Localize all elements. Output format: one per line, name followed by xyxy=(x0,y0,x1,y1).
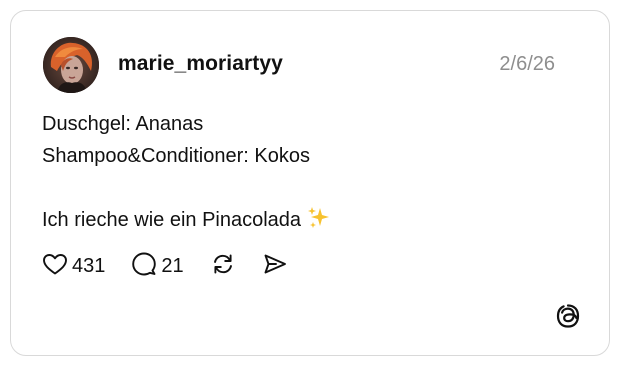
sparkles-icon xyxy=(307,206,331,240)
post-line: Duschgel: Ananas xyxy=(42,113,204,135)
like-count: 431 xyxy=(72,254,106,277)
comment-icon xyxy=(131,251,157,282)
username[interactable]: marie_moriartyy xyxy=(118,52,283,76)
threads-logo-icon[interactable] xyxy=(555,303,581,329)
post-date[interactable]: 2/6/26 xyxy=(499,53,555,76)
repost-icon xyxy=(210,251,236,282)
post-line-text: Ich rieche wie ein Pinacolada xyxy=(42,209,302,231)
action-bar: 431 21 xyxy=(42,251,288,281)
comment-count: 21 xyxy=(161,254,184,277)
post-text: Duschgel: Ananas Shampoo&Conditioner: Ko… xyxy=(42,108,582,236)
post-line xyxy=(42,172,582,204)
post-line: Shampoo&Conditioner: Kokos xyxy=(42,145,310,167)
post-line-with-emoji: Ich rieche wie ein Pinacolada xyxy=(42,204,582,236)
post-card: marie_moriartyy 2/6/26 Duschgel: Ananas … xyxy=(10,10,610,356)
heart-icon xyxy=(42,252,68,281)
share-icon xyxy=(262,251,288,282)
repost-button[interactable] xyxy=(210,251,236,282)
avatar[interactable] xyxy=(43,37,99,93)
comment-button[interactable]: 21 xyxy=(131,251,184,282)
share-button[interactable] xyxy=(262,251,288,282)
like-button[interactable]: 431 xyxy=(42,252,105,281)
